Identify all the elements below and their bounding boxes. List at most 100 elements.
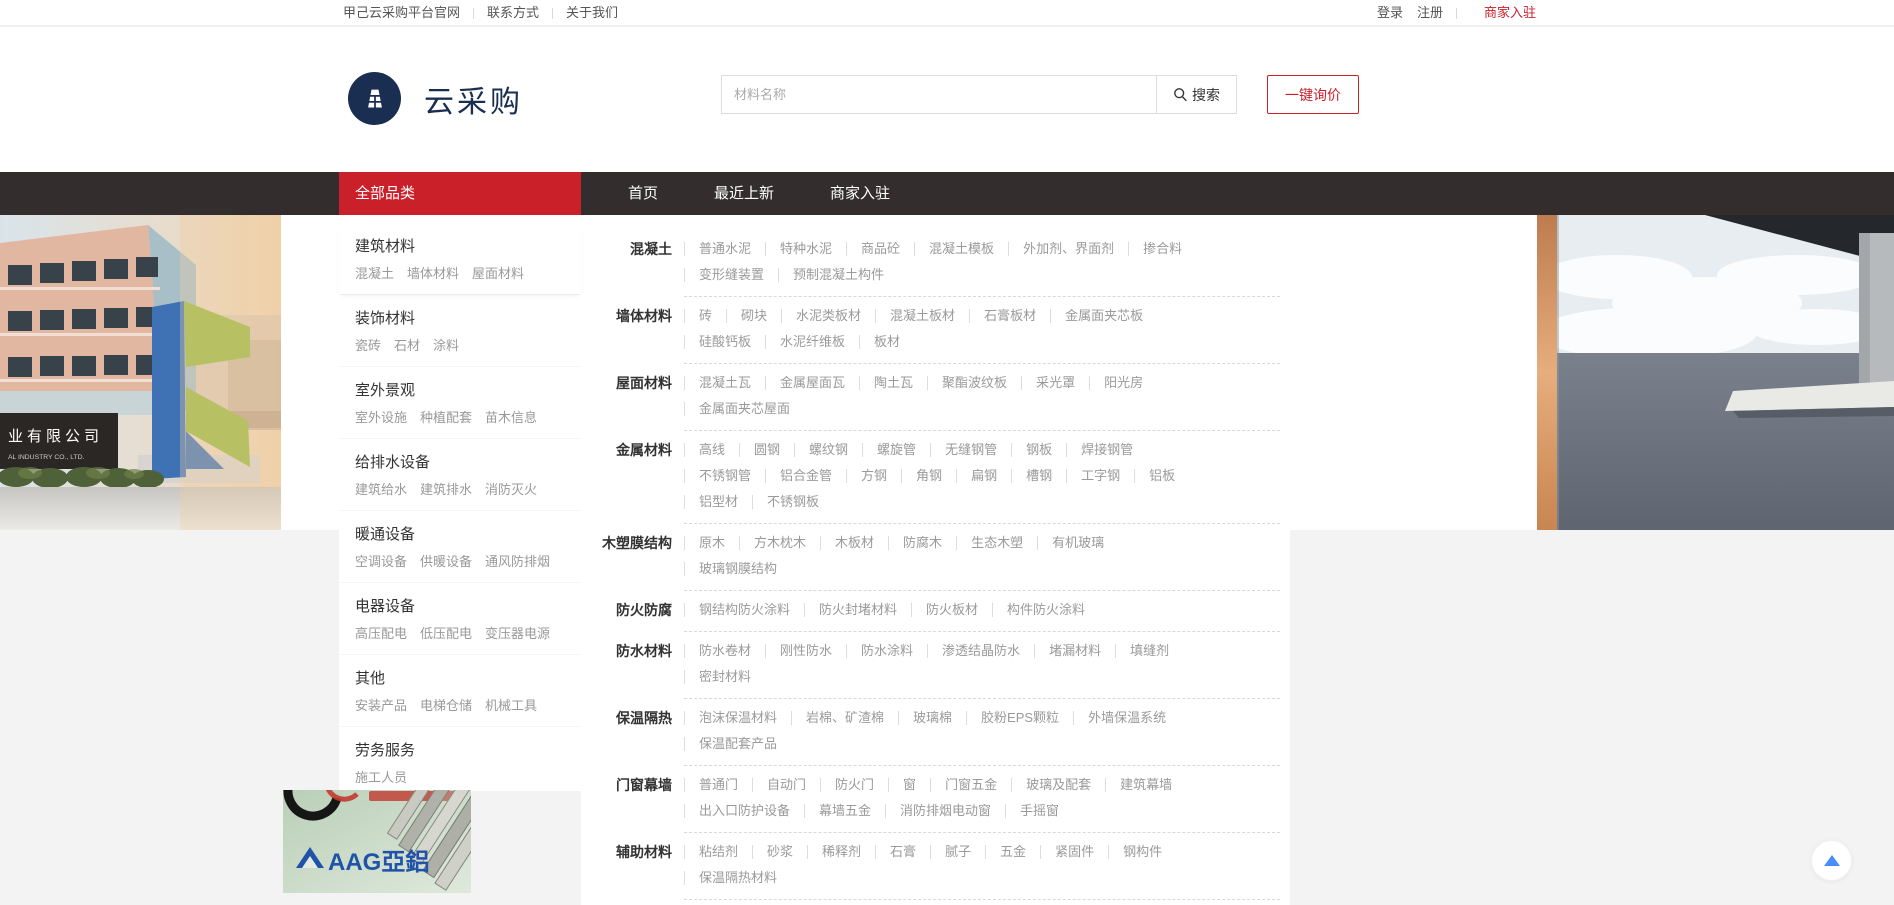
- mega-row-label[interactable]: 防水材料: [581, 632, 672, 699]
- sidebar-group-title[interactable]: 装饰材料: [355, 307, 565, 328]
- topbar-link[interactable]: 甲己云采购平台官网: [343, 5, 460, 20]
- mega-link[interactable]: 螺旋管: [862, 443, 930, 457]
- mega-link[interactable]: 铝合金管: [765, 469, 846, 483]
- mega-link[interactable]: 原木: [684, 536, 739, 550]
- sidebar-sub-link[interactable]: 墙体材料: [407, 266, 459, 281]
- topbar-link-merchant[interactable]: 商家入驻: [1484, 5, 1536, 20]
- mega-link[interactable]: 普通水泥: [684, 242, 765, 256]
- mega-link[interactable]: 砌块: [726, 309, 781, 323]
- mega-link[interactable]: 无缝钢管: [930, 443, 1011, 457]
- mega-link[interactable]: 泡沫保温材料: [684, 711, 791, 725]
- mega-link[interactable]: 窗: [888, 778, 930, 792]
- sidebar-sub-link[interactable]: 施工人员: [355, 770, 407, 785]
- mega-link[interactable]: 预制混凝土构件: [778, 268, 898, 282]
- sidebar-sub-link[interactable]: 建筑排水: [420, 482, 472, 497]
- mega-link[interactable]: 钢构件: [1108, 845, 1176, 859]
- sidebar-sub-link[interactable]: 涂料: [433, 338, 459, 353]
- mega-link[interactable]: 堵漏材料: [1034, 644, 1115, 658]
- mega-link[interactable]: 手摇窗: [1005, 804, 1073, 818]
- mega-link[interactable]: 五金: [985, 845, 1040, 859]
- mega-row-label[interactable]: 金属材料: [581, 431, 672, 524]
- sidebar-sub-link[interactable]: 低压配电: [420, 626, 472, 641]
- mega-link[interactable]: 生态木塑: [956, 536, 1037, 550]
- mega-link[interactable]: 防腐木: [888, 536, 956, 550]
- mega-link[interactable]: 金属屋面瓦: [765, 376, 859, 390]
- sidebar-group-title[interactable]: 暖通设备: [355, 523, 565, 544]
- mega-link[interactable]: 刚性防水: [765, 644, 846, 658]
- topbar-link[interactable]: 联系方式: [487, 5, 539, 20]
- mega-link[interactable]: 不锈钢板: [752, 495, 833, 509]
- mega-link[interactable]: 板材: [859, 335, 914, 349]
- mega-link[interactable]: 防火板材: [911, 603, 992, 617]
- mega-link[interactable]: 胶粉EPS颗粒: [966, 711, 1073, 725]
- mega-link[interactable]: 防火封堵材料: [804, 603, 911, 617]
- mega-link[interactable]: 槽钢: [1011, 469, 1066, 483]
- sidebar-sub-link[interactable]: 石材: [394, 338, 420, 353]
- mega-link[interactable]: 圆钢: [739, 443, 794, 457]
- mega-row-label[interactable]: 屋面材料: [581, 364, 672, 431]
- mega-link[interactable]: 门窗五金: [930, 778, 1011, 792]
- quick-quote-button[interactable]: 一键询价: [1267, 75, 1359, 114]
- mega-link[interactable]: 密封材料: [684, 670, 765, 684]
- logo[interactable]: 云采购: [348, 72, 523, 125]
- mega-link[interactable]: 防水卷材: [684, 644, 765, 658]
- sidebar-sub-link[interactable]: 变压器电源: [485, 626, 550, 641]
- back-to-top-button[interactable]: [1811, 840, 1852, 881]
- sidebar-sub-link[interactable]: 机械工具: [485, 698, 537, 713]
- mega-link[interactable]: 幕墙五金: [804, 804, 885, 818]
- mega-link[interactable]: 玻璃棉: [898, 711, 966, 725]
- sidebar-group-title[interactable]: 建筑材料: [355, 235, 565, 256]
- mega-row-label[interactable]: 混凝土: [581, 230, 672, 297]
- topbar-link[interactable]: 关于我们: [566, 5, 618, 20]
- mega-link[interactable]: 铝板: [1134, 469, 1189, 483]
- mega-link[interactable]: 金属面夹芯屋面: [684, 402, 804, 416]
- mega-link[interactable]: 填缝剂: [1115, 644, 1183, 658]
- mega-link[interactable]: 角钢: [901, 469, 956, 483]
- topbar-link-login[interactable]: 登录: [1377, 5, 1403, 20]
- mega-link[interactable]: 商品砼: [846, 242, 914, 256]
- mega-link[interactable]: 陶土瓦: [859, 376, 927, 390]
- sidebar-group-title[interactable]: 室外景观: [355, 379, 565, 400]
- mega-link[interactable]: 钢板: [1011, 443, 1066, 457]
- mega-link[interactable]: 保温隔热材料: [684, 871, 791, 885]
- sidebar-sub-link[interactable]: 混凝土: [355, 266, 394, 281]
- mega-row-label[interactable]: 门窗幕墙: [581, 766, 672, 833]
- mega-link[interactable]: 渗透结晶防水: [927, 644, 1034, 658]
- mega-link[interactable]: 金属面夹芯板: [1050, 309, 1157, 323]
- mega-row-label[interactable]: 墙体材料: [581, 297, 672, 364]
- nav-item[interactable]: 首页: [628, 172, 658, 215]
- mega-link[interactable]: 建筑幕墙: [1105, 778, 1186, 792]
- sidebar-sub-link[interactable]: 消防灭火: [485, 482, 537, 497]
- mega-link[interactable]: 防水涂料: [846, 644, 927, 658]
- search-input[interactable]: [722, 76, 1156, 113]
- sidebar-group-title[interactable]: 其他: [355, 667, 565, 688]
- mega-link[interactable]: 防火门: [820, 778, 888, 792]
- sidebar-sub-link[interactable]: 屋面材料: [472, 266, 524, 281]
- mega-link[interactable]: 外加剂、界面剂: [1008, 242, 1128, 256]
- sidebar-sub-link[interactable]: 空调设备: [355, 554, 407, 569]
- mega-link[interactable]: 不锈钢管: [684, 469, 765, 483]
- mega-link[interactable]: 混凝土模板: [914, 242, 1008, 256]
- all-categories-button[interactable]: 全部品类: [339, 172, 581, 215]
- mega-link[interactable]: 螺纹钢: [794, 443, 862, 457]
- mega-link[interactable]: 普通门: [684, 778, 752, 792]
- mega-link[interactable]: 方木枕木: [739, 536, 820, 550]
- mega-link[interactable]: 自动门: [752, 778, 820, 792]
- mega-link[interactable]: 出入口防护设备: [684, 804, 804, 818]
- mega-link[interactable]: 硅酸钙板: [684, 335, 765, 349]
- sidebar-group-title[interactable]: 给排水设备: [355, 451, 565, 472]
- mega-link[interactable]: 砂浆: [752, 845, 807, 859]
- mega-row-label[interactable]: 木塑膜结构: [581, 524, 672, 591]
- sidebar-sub-link[interactable]: 室外设施: [355, 410, 407, 425]
- sidebar-sub-link[interactable]: 苗木信息: [485, 410, 537, 425]
- mega-link[interactable]: 石膏: [875, 845, 930, 859]
- mega-row-label[interactable]: 保温隔热: [581, 699, 672, 766]
- mega-link[interactable]: 岩棉、矿渣棉: [791, 711, 898, 725]
- mega-link[interactable]: 外墙保温系统: [1073, 711, 1180, 725]
- mega-link[interactable]: 特种水泥: [765, 242, 846, 256]
- search-button[interactable]: 搜索: [1156, 76, 1236, 113]
- mega-link[interactable]: 紧固件: [1040, 845, 1108, 859]
- mega-link[interactable]: 方钢: [846, 469, 901, 483]
- sidebar-sub-link[interactable]: 建筑给水: [355, 482, 407, 497]
- mega-link[interactable]: 聚酯波纹板: [927, 376, 1021, 390]
